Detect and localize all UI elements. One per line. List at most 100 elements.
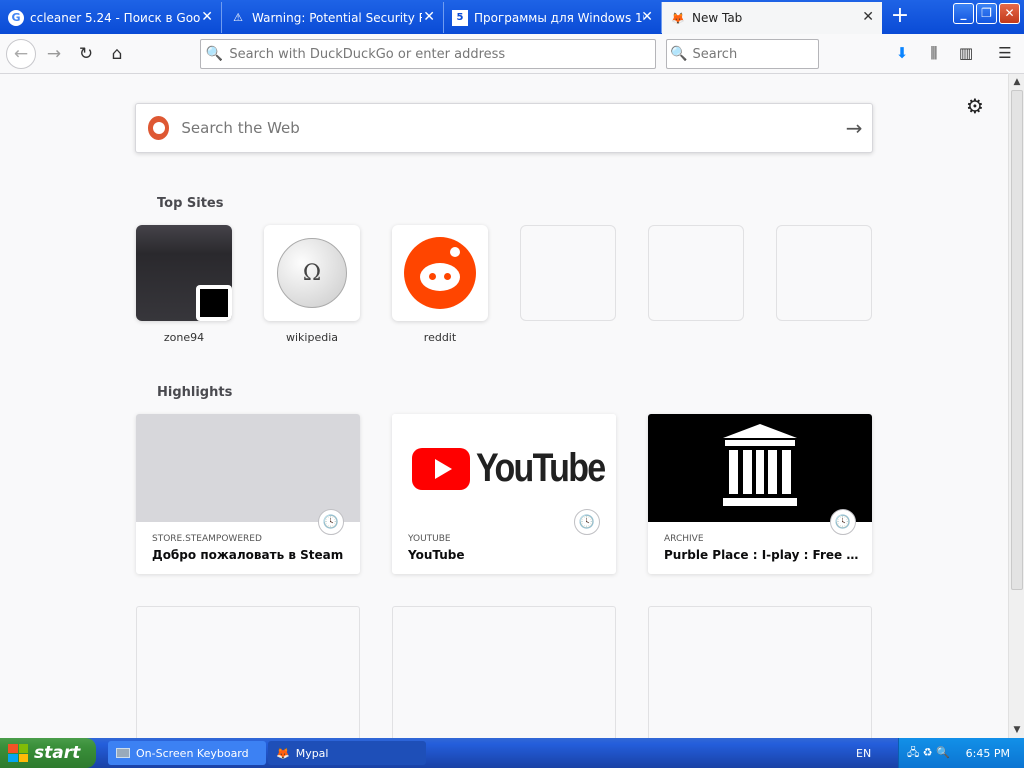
close-icon[interactable]: ✕ — [641, 9, 653, 25]
system-tray: 🖧 ♻ 🔍 6:45 PM — [898, 738, 1024, 768]
firefox-icon: 🦊 — [671, 11, 685, 25]
highlight-placeholder — [648, 606, 872, 738]
highlights-heading: Highlights — [157, 385, 233, 400]
top-site-wikipedia[interactable]: Ω wikipedia — [264, 225, 360, 344]
highlight-source: YOUTUBE — [408, 534, 451, 544]
url-bar[interactable]: 🔍 — [200, 39, 656, 69]
web-search-input[interactable] — [179, 118, 837, 138]
new-tab-button[interactable]: + — [888, 5, 912, 29]
site-label: reddit — [423, 331, 457, 344]
taskbar: start On-Screen Keyboard 🦊 Mypal EN 🖧 ♻ … — [0, 738, 1024, 768]
tab-google[interactable]: G ccleaner 5.24 - Поиск в Google ✕ — [0, 2, 222, 33]
close-icon[interactable]: ✕ — [862, 9, 874, 25]
search-bar[interactable]: 🔍 — [666, 39, 819, 69]
forward-button[interactable]: → — [40, 40, 68, 68]
sidebar-icon[interactable]: ▥ — [956, 44, 976, 64]
highlight-card-youtube[interactable]: YouTube 🕓 YOUTUBE YouTube — [392, 414, 616, 574]
keyboard-icon — [116, 748, 130, 758]
mypal-icon: 🦊 — [276, 746, 290, 760]
site-tile[interactable]: Ω — [264, 225, 360, 321]
library-icon[interactable]: ⫼ — [924, 44, 944, 64]
highlight-card-steam[interactable]: 🕓 STORE.STEAMPOWERED Добро пожаловать в … — [136, 414, 360, 574]
duckduckgo-icon — [148, 116, 170, 140]
tab-title: ccleaner 5.24 - Поиск в Google — [30, 10, 200, 25]
warning-icon: ⚠ — [233, 11, 243, 24]
close-icon[interactable]: ✕ — [201, 9, 213, 25]
highlight-image: YouTube — [392, 414, 616, 522]
language-indicator[interactable]: EN — [856, 747, 871, 760]
minimize-button[interactable]: _ — [953, 3, 974, 24]
highlight-source: ARCHIVE — [664, 534, 704, 544]
download-icon[interactable]: ⬇ — [892, 44, 912, 64]
highlight-title: YouTube — [408, 548, 465, 562]
highlight-placeholder — [136, 606, 360, 738]
highlight-placeholder — [392, 606, 616, 738]
top-site-empty[interactable] — [648, 225, 744, 321]
site-label: wikipedia — [285, 331, 338, 344]
site-icon: 5 — [452, 9, 468, 26]
wikipedia-globe-icon: Ω — [277, 238, 347, 308]
taskbar-item-osk[interactable]: On-Screen Keyboard — [108, 741, 266, 765]
tab-programs[interactable]: 5 Программы для Windows 10, 7 и ✕ — [444, 2, 662, 33]
scrollbar-thumb[interactable] — [1011, 90, 1023, 590]
clock-icon: 🕓 — [318, 509, 344, 535]
clock-icon: 🕓 — [574, 509, 600, 535]
arrow-right-icon[interactable]: → — [836, 116, 872, 140]
scroll-down-icon[interactable]: ▼ — [1009, 722, 1024, 738]
close-window-button[interactable]: ✕ — [999, 3, 1020, 24]
tray-icons[interactable]: 🖧 ♻ 🔍 — [907, 744, 950, 763]
scroll-up-icon[interactable]: ▲ — [1009, 74, 1024, 90]
site-favicon — [196, 285, 232, 321]
clock: 6:45 PM — [965, 746, 1010, 760]
url-input[interactable] — [227, 45, 655, 63]
task-label: On-Screen Keyboard — [136, 746, 249, 760]
site-tile[interactable] — [136, 225, 232, 321]
tab-title: Warning: Potential Security Risk A — [252, 10, 422, 25]
gear-icon[interactable]: ⚙ — [966, 94, 984, 118]
empty-site-tile[interactable] — [520, 225, 616, 321]
web-search-box[interactable]: → — [135, 103, 873, 153]
reddit-icon — [404, 237, 476, 309]
youtube-logo-icon: YouTube — [412, 446, 616, 491]
top-sites-heading: Top Sites — [157, 196, 224, 211]
task-label: Mypal — [295, 746, 329, 760]
taskbar-item-mypal[interactable]: 🦊 Mypal — [268, 741, 426, 765]
search-input[interactable] — [690, 45, 818, 63]
tab-new-tab[interactable]: 🦊 New Tab ✕ — [662, 2, 882, 34]
tab-title: New Tab — [692, 11, 743, 25]
tab-strip: G ccleaner 5.24 - Поиск в Google ✕ ⚠ War… — [0, 0, 1024, 34]
top-site-reddit[interactable]: reddit — [392, 225, 488, 344]
highlight-title: Purble Place : I-play : Free Download... — [664, 548, 864, 562]
menu-icon[interactable]: ☰ — [995, 44, 1015, 64]
restore-button[interactable]: ❐ — [976, 3, 997, 24]
top-site-empty[interactable] — [776, 225, 872, 321]
highlight-image — [136, 414, 360, 522]
search-icon: 🔍 — [670, 46, 688, 62]
home-button[interactable]: ⌂ — [103, 40, 131, 68]
highlight-title: Добро пожаловать в Steam — [152, 548, 344, 562]
window-controls: _ ❐ ✕ — [953, 3, 1020, 24]
clock-icon: 🕓 — [830, 509, 856, 535]
new-tab-page: ⚙ → Top Sites zone94 Ω wikipedia reddit — [0, 74, 1008, 738]
site-thumbnail — [136, 225, 232, 321]
top-site-empty[interactable] — [520, 225, 616, 321]
highlight-card-archive[interactable]: 🕓 ARCHIVE Purble Place : I-play : Free D… — [648, 414, 872, 574]
close-icon[interactable]: ✕ — [423, 9, 435, 25]
tab-warning[interactable]: ⚠ Warning: Potential Security Risk A ✕ — [222, 2, 444, 33]
back-button[interactable]: ← — [6, 39, 36, 69]
highlight-image — [648, 414, 872, 522]
start-button[interactable]: start — [0, 738, 96, 768]
search-icon: 🔍 — [205, 46, 223, 62]
reload-button[interactable]: ↻ — [72, 40, 100, 68]
vertical-scrollbar[interactable]: ▲ ▼ — [1008, 74, 1024, 738]
site-tile[interactable] — [392, 225, 488, 321]
google-icon: G — [8, 9, 24, 26]
windows-logo-icon — [8, 744, 28, 762]
navigation-toolbar: ← → ↻ ⌂ 🔍 🔍 ⬇ ⫼ ▥ ☰ — [0, 34, 1024, 74]
empty-site-tile[interactable] — [776, 225, 872, 321]
highlight-source: STORE.STEAMPOWERED — [152, 534, 262, 544]
start-label: start — [34, 743, 81, 763]
top-site-zone94[interactable]: zone94 — [136, 225, 232, 344]
tab-title: Программы для Windows 10, 7 и — [474, 10, 644, 25]
empty-site-tile[interactable] — [648, 225, 744, 321]
